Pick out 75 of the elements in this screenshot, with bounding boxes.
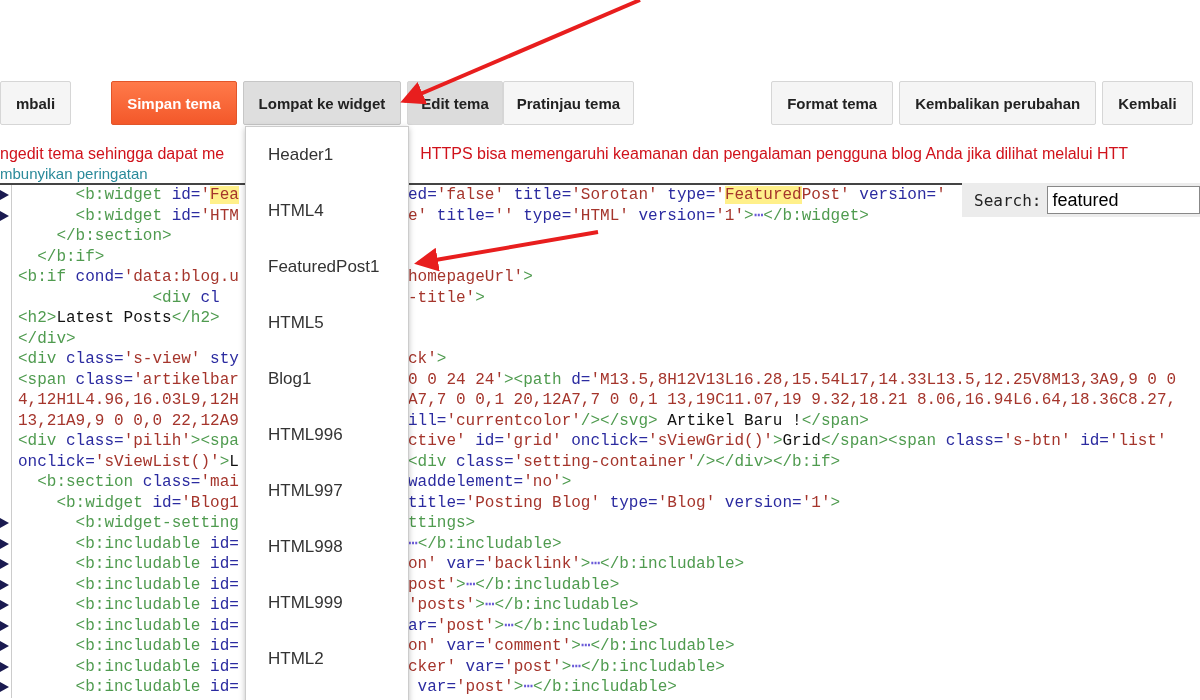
menu-button[interactable]: Lompat ke widget (242, 81, 402, 125)
code-line: <div class='s-view' sty (17, 349, 240, 370)
code-line: on' var='comment'>⋯</b:includable> (408, 636, 736, 657)
code-line: <b:includable id= (74, 656, 240, 677)
collapse-arrow-icon[interactable] (0, 682, 9, 693)
code-line: on' var='backlink'>⋯</b:includable> (408, 554, 746, 575)
code-line: <b:includable id= (74, 636, 240, 657)
code-line: <h2>Latest Posts</h2> (17, 308, 221, 329)
code-line: <b:includable id= (74, 533, 240, 554)
collapse-arrow-icon[interactable] (0, 620, 9, 631)
collapse-arrow-icon[interactable] (0, 538, 9, 549)
collapse-arrow-icon[interactable] (0, 579, 9, 590)
code-line: 13,21A9,9 0 0,0 22,12A9 (17, 410, 240, 431)
code-line: <div class='setting-container'/></div></b:if> (408, 451, 842, 472)
code-line: <b:widget id='Fea (74, 185, 240, 206)
menu-item[interactable]: FeaturedPost1 (246, 239, 408, 295)
collapse-arrow-icon[interactable] (0, 190, 9, 201)
collapse-arrow-icon[interactable] (0, 641, 9, 652)
code-line: waddelement='no'> (408, 472, 573, 493)
code-line: <b:includable id= (74, 554, 240, 575)
code-line: <div cl (151, 287, 221, 308)
menu-item[interactable]: HTML2 (246, 631, 408, 687)
menu-item[interactable]: HTML5 (246, 295, 408, 351)
toolbar-button[interactable]: Kembali (1102, 81, 1193, 125)
code-line: title='Posting Blog' type='Blog' version='1'> (408, 492, 842, 513)
code-line: e' title='' type='HTML' version='1'>⋯</b:widget> (408, 205, 870, 226)
code-line: 4,12H1L4.96,16.03L9,12H (17, 390, 240, 411)
code-line: A7,7 0 0,1 20,12A7,7 0 0,1 13,19C11.07,19 9.32,18.21 8.06,16.94L6.64,18.36C8.27, (408, 390, 1178, 411)
warning-text: HTTPS bisa memengaruhi keamanan dan pengalaman pengguna blog Anda jika dilihat melalui HTT (420, 145, 1129, 163)
search-field[interactable]: featured (1047, 186, 1200, 214)
code-line: <b:includable id= (74, 574, 240, 595)
code-line: <b:widget-setting (74, 513, 240, 534)
code-line: ar='post'>⋯</b:includable> (408, 615, 659, 636)
code-line: <b:widget id='Blog1 (55, 492, 240, 513)
code-line: <b:section class='mai (36, 472, 240, 493)
code-line: </b:if> (36, 246, 106, 267)
mode-tab[interactable]: Pratinjau tema (502, 81, 635, 125)
warning-text: ngedit tema sehingga dapat me (0, 145, 225, 163)
code-line: ill='currentcolor'/></svg> Artikel Baru !</span> (408, 410, 870, 431)
menu-item[interactable]: HTML999 (246, 575, 408, 631)
menu-item[interactable]: HTML997 (246, 463, 408, 519)
code-line: ctive' id='grid' onclick='sViewGrid()'>Grid</span><span class='s-btn' id='list' (408, 431, 1168, 452)
code-line: onclick='sViewList()'>L (17, 451, 240, 472)
code-line: ttings> (408, 513, 477, 534)
code-line: <div class='pilih'><spa (17, 431, 240, 452)
collapse-arrow-icon[interactable] (0, 600, 9, 611)
code-line: post'>⋯</b:includable> (408, 574, 621, 595)
code-line: homepageUrl'> (408, 267, 534, 288)
code-line: <b:widget id='HTM (74, 205, 240, 226)
code-line: <b:includable id= (74, 615, 240, 636)
code-line: ck'> (408, 349, 448, 370)
code-line: var='post'>⋯</b:includable> (416, 677, 678, 698)
code-line: -title'> (408, 287, 486, 308)
code-line: </div> (17, 328, 77, 349)
collapse-arrow-icon[interactable] (0, 661, 9, 672)
collapse-arrow-icon[interactable] (0, 518, 9, 529)
toolbar-button[interactable]: Kembalikan perubahan (899, 81, 1097, 125)
menu-item[interactable]: HTML996 (246, 407, 408, 463)
menu-item[interactable]: Blog1 (246, 351, 408, 407)
toolbar-button[interactable]: mbali (0, 81, 72, 125)
menu-item[interactable]: HTML4 (246, 183, 408, 239)
collapse-arrow-icon[interactable] (0, 559, 9, 570)
search-label: Search: (974, 190, 1042, 210)
code-line: 'posts'>⋯</b:includable> (408, 595, 640, 616)
code-line: <span class='artikelbar (17, 369, 240, 390)
toolbar-button[interactable]: Format tema (771, 81, 894, 125)
code-line: <b:includable id= (74, 595, 240, 616)
code-line: cker' var='post'>⋯</b:includable> (408, 656, 726, 677)
menu-item[interactable]: HTML998 (246, 519, 408, 575)
collapse-arrow-icon[interactable] (0, 210, 9, 221)
code-line: </b:section> (55, 226, 173, 247)
code-line: ⋯</b:includable> (408, 533, 563, 554)
code-line: 0 0 24 24'><path d='M13.5,8H12V13L16.28,15.54L17,14.33L13.5,12.25V8M13,3A9,9 0 0 (408, 369, 1178, 390)
code-line: <b:includable id= (74, 677, 240, 698)
code-line: <b:if cond='data:blog.u (17, 267, 240, 288)
